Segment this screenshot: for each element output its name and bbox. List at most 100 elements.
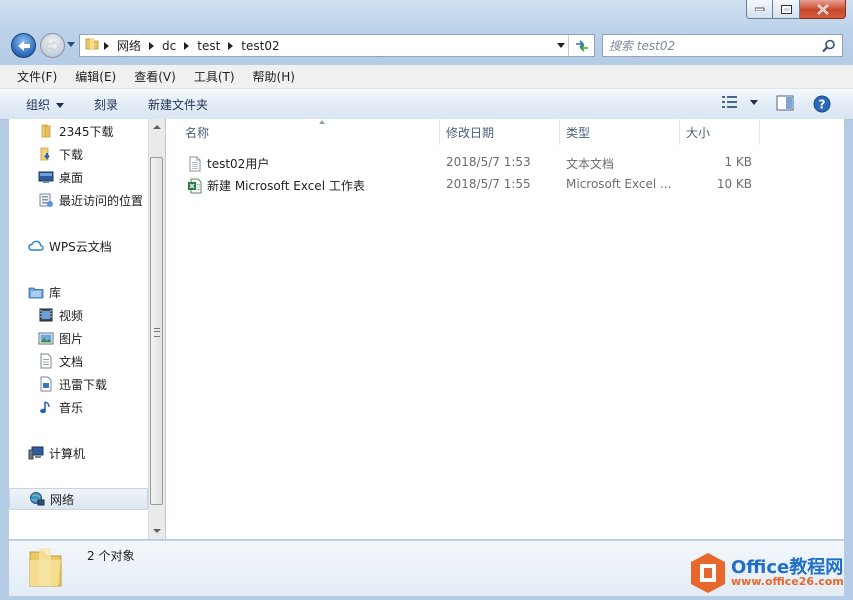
back-button[interactable] — [11, 33, 36, 58]
menu-edit[interactable]: 编辑(E) — [63, 68, 122, 85]
documents-icon — [38, 353, 54, 369]
maximize-button[interactable] — [773, 0, 800, 19]
minimize-button[interactable] — [746, 0, 773, 19]
menu-help[interactable]: 帮助(H) — [241, 68, 301, 85]
nav-item-label: 下载 — [59, 147, 84, 162]
command-bar: 组织 刻录 新建文件夹 ? — [0, 89, 853, 120]
folder-icon — [38, 123, 54, 139]
nav-item-label: 迅雷下载 — [59, 377, 108, 392]
help-button[interactable]: ? — [813, 95, 831, 116]
watermark: Office教程网 www.office26.com — [689, 550, 849, 596]
nav-item-desktop[interactable]: 桌面 — [9, 167, 148, 187]
computer-icon — [28, 445, 44, 461]
file-date: 2018/5/7 1:53 — [446, 155, 531, 169]
breadcrumb-separator[interactable] — [228, 41, 234, 50]
organize-label: 组织 — [26, 98, 51, 112]
nav-item-wps-cloud[interactable]: WPS云文档 — [9, 236, 148, 256]
excel-file-icon — [187, 178, 203, 194]
recent-pages-chevron-down-icon[interactable] — [67, 42, 76, 48]
column-header-name[interactable]: 名称 — [179, 119, 440, 145]
arrow-left-icon — [17, 40, 30, 51]
breadcrumb-label: dc — [162, 38, 177, 53]
nav-item-music[interactable]: 音乐 — [9, 397, 148, 417]
scroll-down-arrow-icon[interactable] — [153, 529, 161, 533]
close-icon — [816, 3, 829, 15]
file-date: 2018/5/7 1:55 — [446, 177, 531, 191]
burn-button[interactable]: 刻录 — [94, 96, 118, 113]
folder-icon — [84, 36, 100, 55]
column-header-type[interactable]: 类型 — [560, 119, 680, 145]
thunder-download-icon — [38, 376, 54, 392]
menu-file[interactable]: 文件(F) — [0, 68, 63, 85]
file-type: Microsoft Excel ... — [566, 177, 672, 191]
menu-view[interactable]: 查看(V) — [122, 68, 182, 85]
breadcrumb-separator[interactable] — [149, 41, 155, 50]
file-list-pane: 名称 修改日期 类型 大小 test02用户 2018/5/7 1:53 文本文… — [166, 119, 844, 539]
nav-pane-scrollbar[interactable] — [148, 119, 165, 539]
address-bar[interactable]: 网络 dc test test02 — [79, 34, 595, 57]
nav-item-videos[interactable]: 视频 — [9, 305, 148, 325]
file-name: test02用户 — [207, 157, 270, 171]
search-input[interactable] — [609, 37, 809, 54]
refresh-button[interactable] — [568, 35, 594, 56]
address-history-chevron-down-icon[interactable] — [557, 43, 566, 49]
breadcrumb-test[interactable]: test — [193, 39, 224, 53]
nav-item-label: 桌面 — [59, 170, 84, 185]
column-header-date[interactable]: 修改日期 — [440, 119, 560, 145]
file-row[interactable]: 新建 Microsoft Excel 工作表 2018/5/7 1:55 Mic… — [179, 174, 769, 195]
watermark-url: www.office26.com — [731, 575, 844, 588]
file-row[interactable]: test02用户 2018/5/7 1:53 文本文档 1 KB — [179, 152, 769, 173]
nav-item-recent-places[interactable]: 最近访问的位置 — [9, 190, 148, 210]
file-name-cell: 新建 Microsoft Excel 工作表 — [187, 177, 365, 194]
breadcrumb-separator[interactable] — [104, 41, 109, 50]
downloads-icon — [38, 146, 54, 162]
menu-tools[interactable]: 工具(T) — [182, 68, 241, 85]
search-icon[interactable] — [822, 39, 836, 53]
nav-item-pictures[interactable]: 图片 — [9, 328, 148, 348]
organize-button[interactable]: 组织 — [26, 96, 65, 113]
new-folder-button[interactable]: 新建文件夹 — [148, 96, 208, 113]
nav-item-computer[interactable]: 计算机 — [9, 443, 148, 463]
nav-item-label: 计算机 — [49, 446, 86, 461]
nav-item-label: 库 — [49, 285, 62, 300]
breadcrumb-label: test02 — [241, 38, 280, 53]
file-size: 1 KB — [724, 155, 752, 169]
folder-icon — [27, 544, 65, 593]
nav-item-label: 图片 — [59, 331, 84, 346]
breadcrumb-network[interactable]: 网络 — [113, 37, 145, 54]
preview-pane-button[interactable] — [776, 95, 794, 114]
nav-item-thunder-download[interactable]: 迅雷下载 — [9, 374, 148, 394]
window-caption-buttons — [746, 0, 846, 20]
nav-item-label: WPS云文档 — [49, 239, 112, 254]
chevron-down-icon — [750, 99, 758, 105]
scrollbar-thumb[interactable] — [150, 157, 163, 505]
nav-item-libraries[interactable]: 库 — [9, 282, 148, 302]
nav-item-documents[interactable]: 文档 — [9, 351, 148, 371]
scroll-up-arrow-icon[interactable] — [153, 125, 161, 129]
nav-item-label: 文档 — [59, 354, 84, 369]
column-header-label: 类型 — [566, 125, 591, 140]
nav-item-label: 视频 — [59, 308, 84, 323]
close-button[interactable] — [800, 0, 846, 19]
nav-item-2345-download[interactable]: 2345下载 — [9, 121, 148, 141]
cloud-icon — [28, 238, 44, 254]
sort-ascending-icon — [319, 120, 325, 124]
column-header-size[interactable]: 大小 — [680, 119, 760, 145]
minimize-icon — [754, 7, 764, 11]
office-logo-icon — [691, 553, 725, 593]
arrow-right-icon — [46, 39, 59, 52]
file-name-cell: test02用户 — [187, 155, 269, 172]
nav-item-downloads[interactable]: 下载 — [9, 144, 148, 164]
breadcrumb-test02[interactable]: test02 — [237, 39, 283, 53]
forward-button[interactable] — [40, 33, 65, 58]
breadcrumb-separator[interactable] — [184, 41, 190, 50]
recent-places-icon — [38, 192, 54, 208]
change-view-button[interactable] — [722, 96, 758, 108]
menu-bar: 文件(F) 编辑(E) 查看(V) 工具(T) 帮助(H) — [0, 65, 853, 89]
nav-item-network[interactable]: 网络 — [9, 488, 148, 510]
search-box[interactable] — [602, 34, 843, 57]
details-view-icon — [722, 96, 737, 108]
explorer-window: 网络 dc test test02 文件(F) 编辑(E) 查看(V) 工具(T… — [0, 0, 853, 600]
breadcrumb-dc[interactable]: dc — [158, 39, 180, 53]
navigation-pane: 2345下载 下载 桌面 最近访问的位置 WPS云文档 库 视频 图片 文档 迅… — [9, 119, 148, 539]
